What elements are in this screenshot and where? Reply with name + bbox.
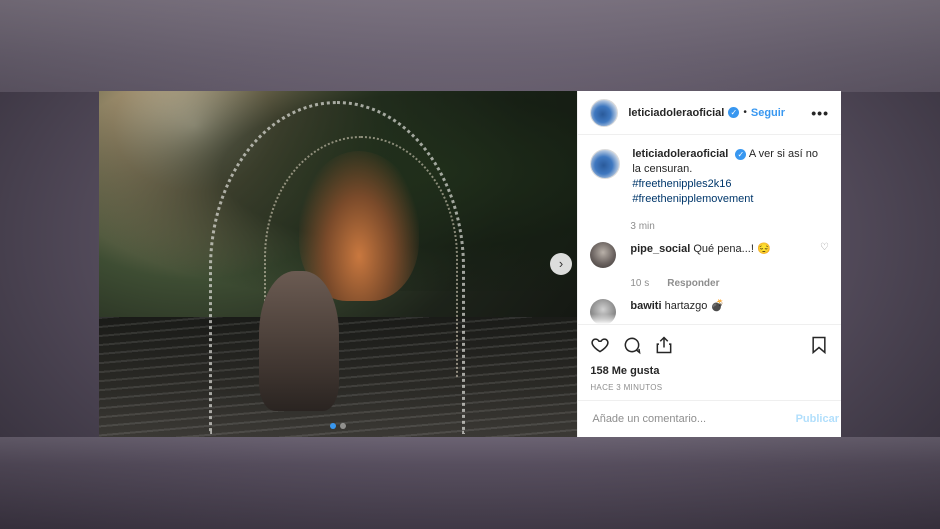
hashtag-link[interactable]: #freethenipples2k16 <box>632 177 829 192</box>
action-icons <box>590 333 829 357</box>
comment-item: pipe_social Qué pena...! 😔 ♡ <box>590 242 829 268</box>
post-side-panel: leticiadoleraoficial ✓ • Seguir ••• leti… <box>577 91 841 437</box>
posted-time: HACE 3 MINUTOS <box>590 383 663 392</box>
share-icon[interactable] <box>654 335 674 355</box>
carousel-dot <box>340 423 346 429</box>
post-photo[interactable]: › <box>99 91 578 437</box>
caption-text: leticiadoleraoficial ✓ A ver si así no l… <box>632 147 829 207</box>
comment-time: 10 s <box>630 278 650 289</box>
background-blur-top <box>0 0 940 92</box>
more-options-icon[interactable]: ••• <box>811 105 829 121</box>
post-header: leticiadoleraoficial ✓ • Seguir ••• <box>578 91 841 135</box>
caption-username[interactable]: leticiadoleraoficial <box>632 148 728 160</box>
comment-icon[interactable] <box>622 335 642 355</box>
caption-avatar[interactable] <box>590 149 621 179</box>
verified-badge-icon: ✓ <box>728 107 740 118</box>
caption: leticiadoleraoficial ✓ A ver si así no l… <box>590 147 829 207</box>
comment-body: pipe_social Qué pena...! 😔 <box>630 242 814 268</box>
post-actions: 158 Me gusta HACE 3 MINUTOS <box>578 324 841 400</box>
author-username[interactable]: leticiadoleraoficial <box>628 107 724 119</box>
carousel-dots <box>330 423 346 429</box>
comments-fade <box>578 314 841 324</box>
header-separator: • <box>743 107 747 118</box>
hashtag-link[interactable]: #freethenipplemovement <box>632 192 829 207</box>
commenter-username[interactable]: pipe_social <box>630 243 690 255</box>
instagram-post: › leticiadoleraoficial ✓ • Seguir ••• le… <box>99 91 841 437</box>
verified-badge-icon: ✓ <box>735 149 747 160</box>
publish-button[interactable]: Publicar <box>796 413 841 425</box>
chevron-right-icon: › <box>558 256 564 271</box>
author-avatar[interactable] <box>590 98 619 127</box>
add-comment-input[interactable] <box>590 412 796 426</box>
comment-text: Qué pena...! 😔 <box>693 243 771 255</box>
comment-meta: 10 s Responder <box>630 278 829 289</box>
commenter-avatar[interactable] <box>590 242 617 268</box>
comment-like-heart-icon[interactable]: ♡ <box>820 242 829 268</box>
background-blur-bottom <box>0 437 940 529</box>
likes-count[interactable]: 158 Me gusta <box>590 365 829 377</box>
add-comment-bar: Publicar <box>578 400 841 437</box>
caption-time: 3 min <box>630 221 655 232</box>
comments-section[interactable]: leticiadoleraoficial ✓ A ver si así no l… <box>578 135 841 324</box>
carousel-dot-active <box>330 423 336 429</box>
next-photo-button[interactable]: › <box>550 253 572 275</box>
heart-icon[interactable] <box>590 335 610 355</box>
follow-button[interactable]: Seguir <box>751 107 785 119</box>
reply-button[interactable]: Responder <box>667 278 719 289</box>
photo-figure <box>259 271 339 411</box>
bookmark-icon[interactable] <box>809 335 829 355</box>
comment-text: hartazgo 💣 <box>664 300 725 312</box>
commenter-username[interactable]: bawiti <box>630 300 661 312</box>
